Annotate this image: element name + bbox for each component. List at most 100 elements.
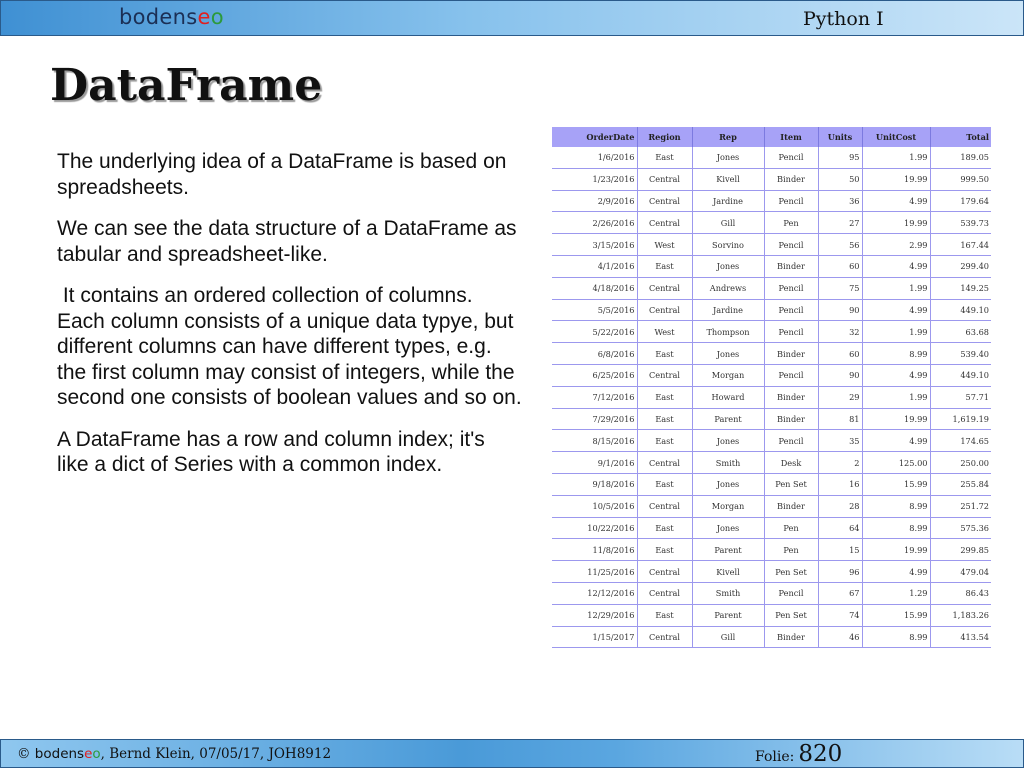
table-row: 2/26/2016 Central Gill Pen 27 19.99 539.73: [552, 211, 991, 235]
table-cell: Andrews: [691, 277, 764, 300]
table-cell: 12/12/2016: [552, 582, 637, 605]
table-cell: 1.99: [861, 320, 930, 344]
table-row: 4/1/2016 East Jones Binder 60 4.99 299.40: [552, 255, 991, 278]
table-cell: Binder: [763, 408, 818, 431]
table-cell: 4.99: [861, 255, 930, 278]
table-cell: 11/8/2016: [552, 538, 637, 562]
table-cell: 90: [817, 364, 862, 387]
paragraph: The underlying idea of a DataFrame is ba…: [57, 150, 507, 199]
table-cell: 9/18/2016: [552, 473, 637, 496]
table-cell: Pen: [763, 517, 818, 540]
table-row: 5/5/2016 Central Jardine Pencil 90 4.99 449.10: [552, 299, 991, 322]
table-cell: 539.40: [929, 342, 991, 365]
table-cell: Jones: [691, 429, 764, 453]
table-cell: 5/5/2016: [552, 299, 637, 322]
table-cell: 8.99: [861, 517, 930, 540]
table-cell: 1.99: [861, 147, 930, 169]
table-cell: Morgan: [691, 495, 764, 518]
table-cell: Central: [636, 495, 692, 518]
table-row: 8/15/2016 East Jones Pencil 35 4.99 174.65: [552, 429, 991, 453]
slide-number: Folie: 820: [755, 741, 842, 767]
table-cell: Sorvino: [691, 233, 764, 256]
table-cell: East: [636, 538, 692, 562]
table-cell: Jones: [691, 147, 764, 169]
table-cell: 28: [817, 495, 862, 518]
table-cell: 299.85: [929, 538, 991, 562]
table-row: 10/5/2016 Central Morgan Binder 28 8.99 251.72: [552, 495, 991, 518]
logo-green-letter: o: [210, 5, 224, 29]
table-cell: East: [636, 386, 692, 409]
table-cell: 19.99: [861, 408, 930, 431]
table-cell: 4.99: [861, 429, 930, 453]
table-cell: Pencil: [763, 299, 818, 322]
table-cell: West: [636, 320, 692, 344]
table-cell: 67: [817, 582, 862, 605]
table-cell: Pencil: [763, 147, 818, 169]
folie-number: 820: [798, 741, 843, 767]
table-cell: 179.64: [929, 190, 991, 213]
table-cell: Kivell: [691, 168, 764, 191]
table-cell: 4.99: [861, 560, 930, 583]
column-header: Rep: [691, 127, 764, 147]
table-row: 9/1/2016 Central Smith Desk 2 125.00 250.00: [552, 451, 991, 474]
table-cell: 8.99: [861, 626, 930, 649]
table-cell: Parent: [691, 538, 764, 562]
table-cell: 11/25/2016: [552, 560, 637, 583]
table-cell: 60: [817, 255, 862, 278]
table-cell: 4.99: [861, 299, 930, 322]
table-cell: Central: [636, 451, 692, 474]
table-cell: Central: [636, 299, 692, 322]
table-cell: 7/29/2016: [552, 408, 637, 431]
table-cell: 1,619.19: [929, 408, 991, 431]
footer-brand-text: bodens: [34, 746, 85, 762]
table-cell: 35: [817, 429, 862, 453]
table-cell: 29: [817, 386, 862, 409]
table-cell: Jones: [691, 473, 764, 496]
table-cell: 8.99: [861, 342, 930, 365]
table-row: 6/25/2016 Central Morgan Pencil 90 4.99 449.10: [552, 364, 991, 387]
table-cell: 10/5/2016: [552, 495, 637, 518]
table-cell: 413.54: [929, 626, 991, 649]
table-cell: 4.99: [861, 190, 930, 213]
table-cell: Pen Set: [763, 473, 818, 496]
table-cell: 74: [817, 604, 862, 627]
table-cell: East: [636, 604, 692, 627]
table-cell: 6/25/2016: [552, 364, 637, 387]
table-cell: 4/18/2016: [552, 277, 637, 300]
table-cell: Pencil: [763, 190, 818, 213]
table-row: 5/22/2016 West Thompson Pencil 32 1.99 63.68: [552, 320, 991, 344]
table-cell: Desk: [763, 451, 818, 474]
logo-red-letter: e: [197, 5, 211, 29]
table-cell: 60: [817, 342, 862, 365]
table-cell: Central: [636, 190, 692, 213]
table-cell: 6/8/2016: [552, 342, 637, 365]
table-cell: 27: [817, 211, 862, 235]
table-cell: 86.43: [929, 582, 991, 605]
table-cell: Central: [636, 277, 692, 300]
table-row: 3/15/2016 West Sorvino Pencil 56 2.99 167.44: [552, 233, 991, 256]
table-cell: 8.99: [861, 495, 930, 518]
table-cell: 299.40: [929, 255, 991, 278]
table-cell: 255.84: [929, 473, 991, 496]
table-row: 11/8/2016 East Parent Pen 15 19.99 299.85: [552, 538, 991, 562]
table-cell: Pen: [763, 538, 818, 562]
table-cell: Jones: [691, 255, 764, 278]
table-cell: 149.25: [929, 277, 991, 300]
table-cell: East: [636, 342, 692, 365]
table-cell: 36: [817, 190, 862, 213]
table-cell: Pencil: [763, 582, 818, 605]
column-header: Total: [929, 127, 991, 147]
table-cell: 1/23/2016: [552, 168, 637, 191]
table-cell: Pencil: [763, 429, 818, 453]
table-cell: 19.99: [861, 168, 930, 191]
table-cell: Central: [636, 364, 692, 387]
table-cell: 9/1/2016: [552, 451, 637, 474]
table-cell: Pen Set: [763, 560, 818, 583]
table-cell: East: [636, 147, 692, 169]
table-row: 10/22/2016 East Jones Pen 64 8.99 575.36: [552, 517, 991, 540]
table-cell: 8/15/2016: [552, 429, 637, 453]
table-cell: 10/22/2016: [552, 517, 637, 540]
table-cell: Jones: [691, 342, 764, 365]
author-info: , Bernd Klein, 07/05/17, JOH8912: [100, 746, 332, 762]
table-cell: Central: [636, 211, 692, 235]
